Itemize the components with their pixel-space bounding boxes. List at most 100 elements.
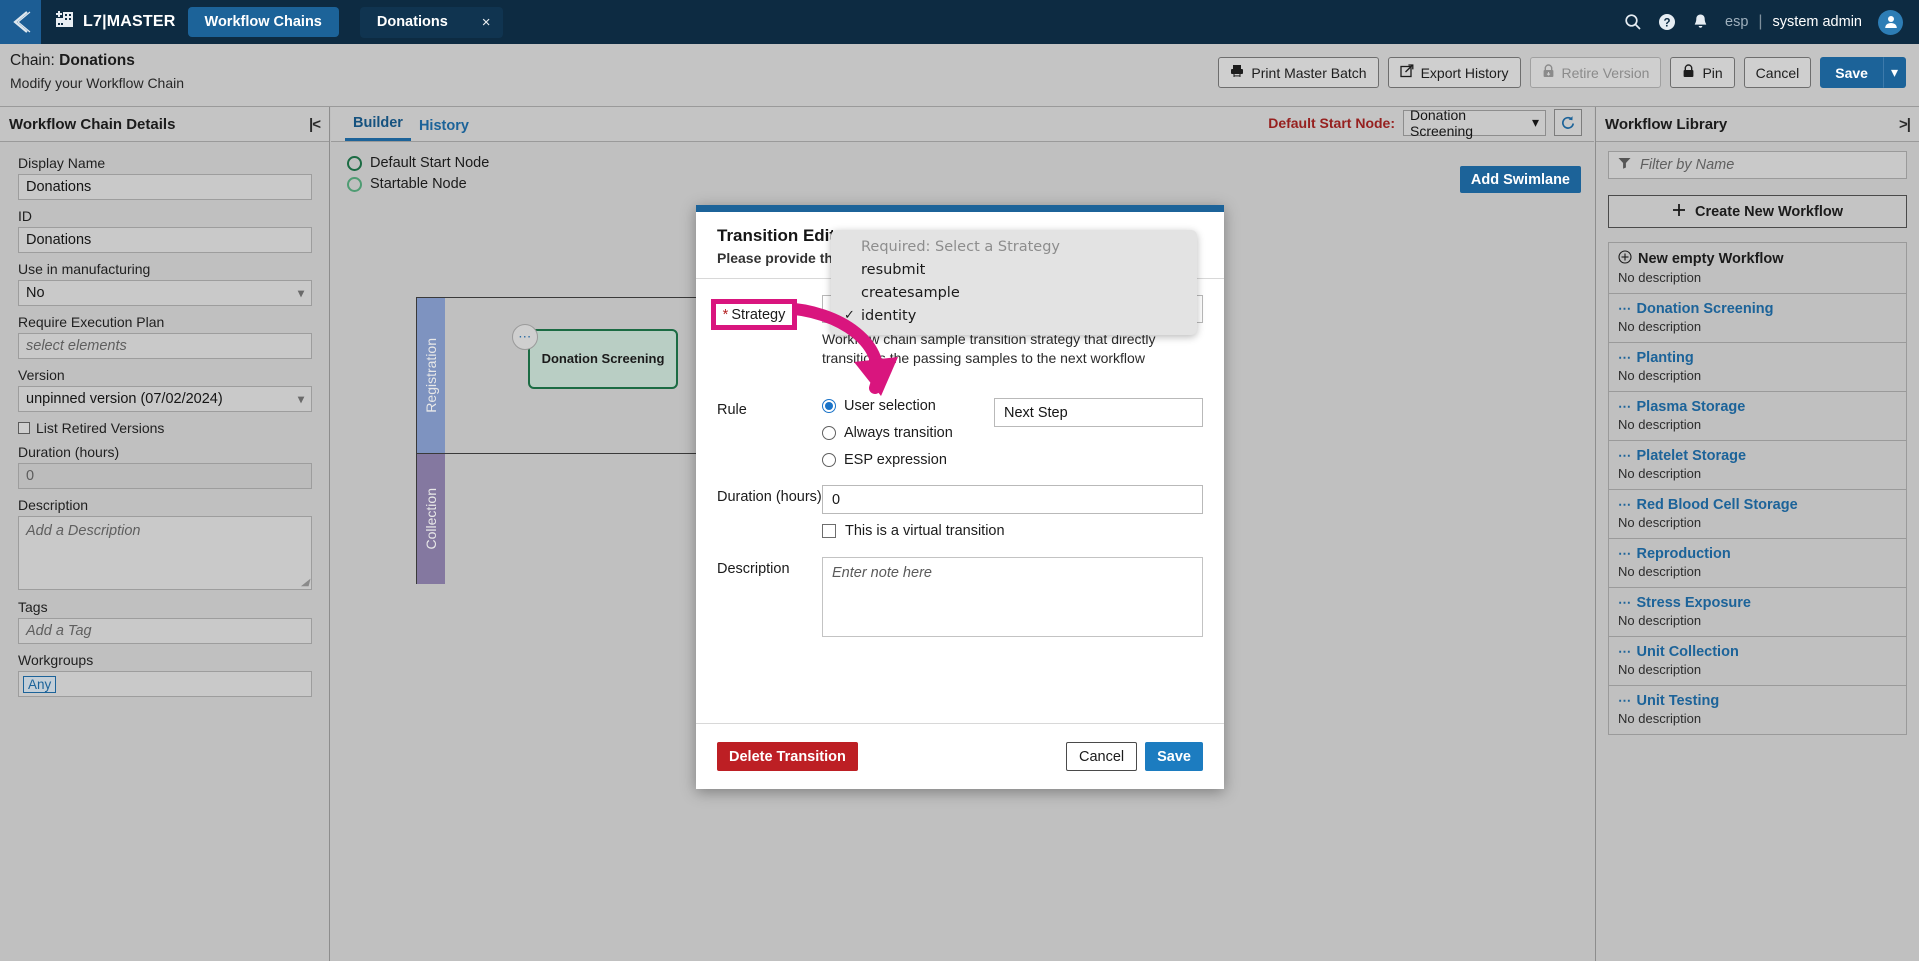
dropdown-option-placeholder: Required: Select a Strategy bbox=[831, 235, 1197, 258]
rule-row: Rule User selection Always transition ES… bbox=[717, 398, 1203, 479]
select-value: Donation Screening bbox=[1410, 106, 1474, 139]
description-label: Description bbox=[18, 497, 89, 513]
search-icon[interactable] bbox=[1624, 13, 1642, 31]
workflow-node-donation-screening[interactable]: Donation Screening bbox=[528, 329, 678, 389]
collapse-left-icon[interactable]: |< bbox=[309, 116, 321, 133]
dropdown-option-identity[interactable]: ✓ identity bbox=[831, 304, 1197, 327]
close-icon[interactable]: × bbox=[482, 14, 491, 31]
export-history-button[interactable]: Export History bbox=[1387, 57, 1521, 88]
header-action-bar: Print Master Batch Export History Retire… bbox=[1218, 57, 1906, 88]
lock-down-icon bbox=[1542, 64, 1555, 81]
print-master-batch-button[interactable]: Print Master Batch bbox=[1218, 57, 1379, 88]
virtual-transition-checkbox[interactable] bbox=[822, 524, 836, 538]
duration-input[interactable]: 0 bbox=[822, 485, 1203, 514]
display-name-input[interactable]: Donations bbox=[18, 174, 312, 200]
bell-icon[interactable] bbox=[1692, 13, 1709, 31]
start-node-circle-icon bbox=[347, 155, 362, 171]
workflow-name-text[interactable]: Donation Screening bbox=[1637, 301, 1774, 317]
default-start-node-select[interactable]: Donation Screening ▾ bbox=[1403, 106, 1546, 139]
footer-right-buttons: Cancel Save bbox=[1065, 742, 1203, 771]
save-button[interactable]: Save bbox=[1820, 57, 1883, 88]
nav-tab-donations[interactable]: Donations × bbox=[359, 6, 503, 38]
virtual-transition-row-inner[interactable]: This is a virtual transition bbox=[822, 523, 1203, 539]
dots-icon: ⋯ bbox=[1618, 546, 1631, 561]
radio-label: ESP expression bbox=[844, 452, 947, 468]
workflow-name-text[interactable]: Plasma Storage bbox=[1637, 399, 1746, 415]
button-label: Save bbox=[1157, 748, 1191, 765]
workflow-name-text[interactable]: Reproduction bbox=[1637, 546, 1731, 562]
rule-option-esp-expression[interactable]: ESP expression bbox=[822, 452, 972, 468]
workgroup-chip[interactable]: Any bbox=[23, 675, 57, 693]
list-item[interactable]: ⋯ Donation Screening No description bbox=[1609, 294, 1906, 343]
tab-history[interactable]: History bbox=[411, 118, 477, 141]
left-panel-title: Workflow Chain Details bbox=[9, 115, 176, 133]
left-panel-header: Workflow Chain Details |< bbox=[0, 107, 329, 142]
button-label: Add Swimlane bbox=[1470, 171, 1570, 188]
list-retired-versions-checkbox[interactable] bbox=[18, 422, 30, 434]
list-item[interactable]: ⋯ Reproduction No description bbox=[1609, 539, 1906, 588]
workgroups-field[interactable]: Any bbox=[18, 671, 312, 697]
dots-icon: ⋯ bbox=[1618, 301, 1631, 316]
radio-user-selection[interactable] bbox=[822, 399, 836, 413]
use-in-manufacturing-select[interactable]: No ▾ bbox=[18, 280, 312, 306]
version-select[interactable]: unpinned version (07/02/2024) ▾ bbox=[18, 386, 312, 412]
list-item[interactable]: ⋯ Plasma Storage No description bbox=[1609, 392, 1906, 441]
rule-option-user-selection[interactable]: User selection bbox=[822, 398, 972, 414]
workflow-name-text[interactable]: Stress Exposure bbox=[1637, 595, 1751, 611]
list-retired-versions-row[interactable]: List Retired Versions bbox=[18, 420, 311, 436]
list-item[interactable]: ⋯ Platelet Storage No description bbox=[1609, 441, 1906, 490]
workflow-name-text[interactable]: Unit Testing bbox=[1637, 693, 1720, 709]
strategy-dropdown-menu[interactable]: Required: Select a Strategy resubmit cre… bbox=[831, 230, 1197, 335]
radio-esp-expression[interactable] bbox=[822, 453, 836, 467]
workflow-name-text[interactable]: Platelet Storage bbox=[1637, 448, 1747, 464]
description-textarea[interactable]: Add a Description ◢ bbox=[18, 516, 312, 590]
require-execution-plan-input[interactable]: select elements bbox=[18, 333, 312, 359]
workflow-name: ⋯ Unit Testing bbox=[1618, 693, 1897, 709]
collapse-right-icon[interactable]: >| bbox=[1899, 116, 1911, 133]
workflow-name-text[interactable]: Red Blood Cell Storage bbox=[1637, 497, 1798, 513]
nav-tab-label: Donations bbox=[376, 14, 448, 30]
list-item[interactable]: ⋯ Unit Collection No description bbox=[1609, 637, 1906, 686]
add-swimlane-button[interactable]: Add Swimlane bbox=[1459, 166, 1581, 193]
list-item[interactable]: ⋯ Red Blood Cell Storage No description bbox=[1609, 490, 1906, 539]
list-item[interactable]: ⋯ Planting No description bbox=[1609, 343, 1906, 392]
workflow-name-text[interactable]: Planting bbox=[1637, 350, 1694, 366]
modal-description-label: Description bbox=[717, 561, 790, 577]
version-label: Version bbox=[18, 367, 65, 383]
retire-version-button[interactable]: Retire Version bbox=[1529, 57, 1662, 88]
tab-builder[interactable]: Builder bbox=[345, 115, 411, 141]
user-avatar-icon[interactable] bbox=[1878, 9, 1903, 35]
back-chevron-icon[interactable] bbox=[0, 0, 41, 44]
description-placeholder: Add a Description bbox=[26, 523, 141, 539]
resize-grip-icon[interactable]: ◢ bbox=[301, 577, 309, 588]
list-item[interactable]: ⋯ Unit Testing No description bbox=[1609, 686, 1906, 735]
rule-text-input[interactable]: Next Step bbox=[994, 398, 1203, 427]
swimlane-label: Registration bbox=[417, 298, 445, 453]
save-dropdown-caret-icon[interactable]: ▾ bbox=[1882, 57, 1906, 88]
rule-option-always-transition[interactable]: Always transition bbox=[822, 425, 972, 441]
dots-menu-icon[interactable]: ⋯ bbox=[512, 324, 538, 350]
filter-by-name-input[interactable]: Filter by Name bbox=[1608, 151, 1907, 179]
list-item[interactable]: ⋯ Stress Exposure No description bbox=[1609, 588, 1906, 637]
create-new-workflow-button[interactable]: Create New Workflow bbox=[1608, 195, 1907, 228]
radio-always-transition[interactable] bbox=[822, 426, 836, 440]
cancel-button[interactable]: Cancel bbox=[1743, 57, 1812, 88]
dropdown-option-resubmit[interactable]: resubmit bbox=[831, 258, 1197, 281]
tags-input[interactable]: Add a Tag bbox=[18, 618, 312, 644]
delete-transition-button[interactable]: Delete Transition bbox=[717, 742, 858, 771]
dropdown-option-createsample[interactable]: createsample bbox=[831, 281, 1197, 304]
locale-label[interactable]: esp bbox=[1725, 14, 1748, 30]
dialog-save-button[interactable]: Save bbox=[1145, 742, 1203, 771]
list-item[interactable]: New empty Workflow No description bbox=[1609, 243, 1906, 294]
dialog-cancel-button[interactable]: Cancel bbox=[1065, 742, 1138, 771]
refresh-icon[interactable] bbox=[1554, 109, 1582, 136]
svg-text:?: ? bbox=[1663, 17, 1670, 29]
workflow-name-text[interactable]: Unit Collection bbox=[1637, 644, 1739, 660]
pin-button[interactable]: Pin bbox=[1670, 57, 1735, 88]
right-panel-header: Workflow Library >| bbox=[1596, 107, 1919, 142]
virtual-transition-label: This is a virtual transition bbox=[845, 523, 1005, 539]
modal-description-textarea[interactable]: Enter note here bbox=[822, 557, 1203, 637]
id-input[interactable]: Donations bbox=[18, 227, 312, 253]
nav-tab-workflow-chains[interactable]: Workflow Chains bbox=[187, 7, 339, 37]
help-circle-icon[interactable]: ? bbox=[1658, 13, 1676, 31]
